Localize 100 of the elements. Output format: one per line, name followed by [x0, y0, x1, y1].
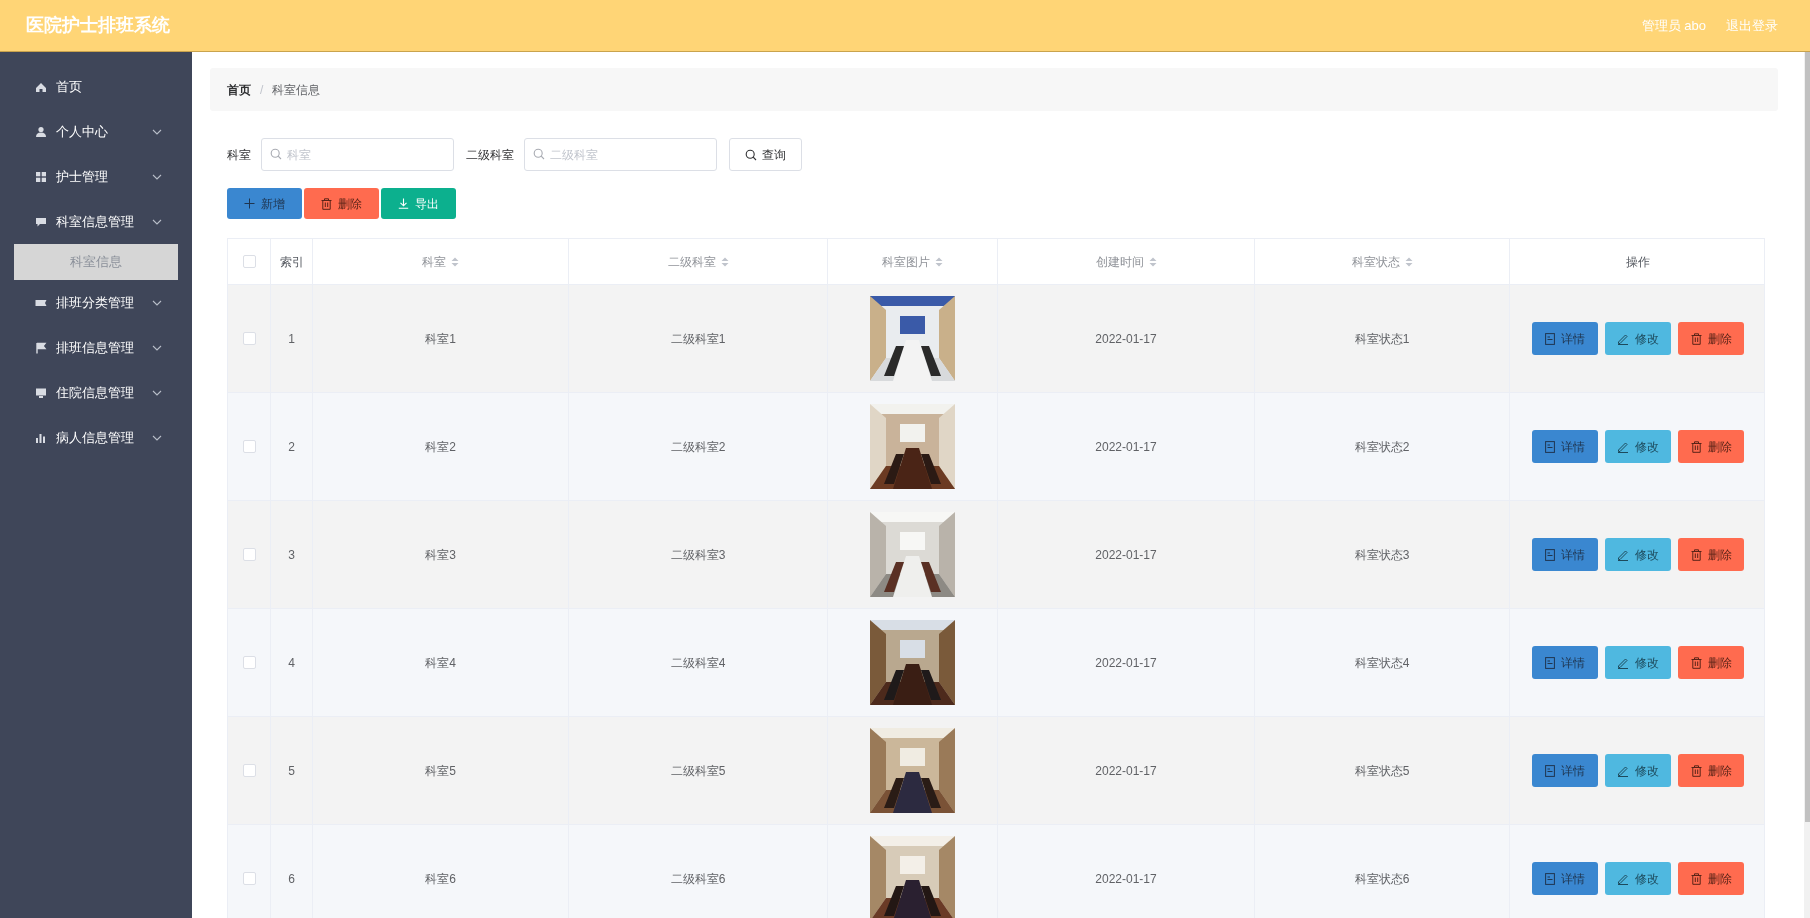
column-header: 索引	[279, 253, 304, 271]
delete-button[interactable]: 删除	[1678, 430, 1744, 463]
details-button[interactable]: 详情	[1532, 754, 1598, 787]
search-button[interactable]: 查询	[729, 138, 802, 171]
table-cell-text: 2022-01-17	[1095, 762, 1157, 780]
checkbox[interactable]	[242, 440, 256, 453]
pencil-icon	[1617, 872, 1629, 885]
breadcrumb-item: 科室信息	[272, 81, 321, 99]
chevron-down-icon	[152, 344, 162, 351]
checkbox[interactable]	[242, 764, 256, 777]
scrollbar-thumb[interactable]	[1805, 52, 1810, 822]
checkbox[interactable]	[242, 872, 256, 885]
edit-button[interactable]: 修改	[1605, 754, 1671, 787]
trash-icon	[1690, 548, 1702, 561]
sidebar-item[interactable]: 病人信息管理	[0, 415, 192, 460]
trash-icon	[1690, 764, 1702, 777]
chevron-down-icon	[152, 299, 162, 306]
person-icon	[35, 125, 47, 138]
details-button[interactable]: 详情	[1532, 862, 1598, 895]
edit-button[interactable]: 修改	[1605, 322, 1671, 355]
delete-button[interactable]: 删除	[1678, 862, 1744, 895]
sidebar-item[interactable]: 住院信息管理	[0, 370, 192, 415]
delete-button[interactable]: 删除	[1678, 322, 1744, 355]
table-cell-text: 科室1	[425, 330, 456, 348]
sidebar-item[interactable]: 个人中心	[0, 109, 192, 154]
table-cell-text: 二级科室1	[670, 330, 726, 348]
sidebar-item[interactable]: 排班信息管理	[0, 325, 192, 370]
edit-button[interactable]: 修改	[1605, 862, 1671, 895]
export-button[interactable]: 导出	[381, 188, 456, 219]
user-label: 管理员 abo	[1641, 16, 1706, 35]
field-label: 科室	[227, 146, 251, 164]
delete-button[interactable]: 删除	[1678, 646, 1744, 679]
edit-button[interactable]: 修改	[1605, 430, 1671, 463]
sort-icon[interactable]	[720, 256, 729, 267]
table-cell-text: 5	[288, 762, 295, 780]
edit-button[interactable]: 修改	[1605, 538, 1671, 571]
sort-icon[interactable]	[935, 256, 943, 267]
details-button[interactable]: 详情	[1532, 322, 1598, 355]
column-header: 操作	[1626, 253, 1650, 271]
column-header[interactable]: 二级科室	[667, 252, 716, 271]
table-cell-text: 2022-01-17	[1095, 330, 1157, 348]
table-cell-text: 2022-01-17	[1095, 870, 1157, 888]
search-field[interactable]: 科室	[261, 138, 454, 171]
sort-icon[interactable]	[1404, 256, 1413, 267]
document-icon	[1545, 332, 1555, 345]
table-cell-text: 二级科室3	[670, 546, 726, 564]
table-cell-text: 科室状态3	[1354, 546, 1410, 564]
trash-icon	[321, 197, 332, 210]
sort-icon[interactable]	[1148, 256, 1157, 267]
table-cell-text: 2022-01-17	[1095, 654, 1157, 672]
table-cell-text: 二级科室5	[670, 762, 726, 780]
table-cell-text: 科室5	[425, 762, 456, 780]
delete-button[interactable]: 删除	[1678, 538, 1744, 571]
checkbox[interactable]	[242, 255, 256, 268]
sidebar-subitem[interactable]: 科室信息	[14, 244, 178, 280]
table-cell-text: 科室3	[425, 546, 456, 564]
checkbox[interactable]	[242, 656, 256, 669]
details-button[interactable]: 详情	[1532, 538, 1598, 571]
document-icon	[1545, 440, 1555, 453]
add-button[interactable]: 新增	[227, 188, 302, 219]
search-icon	[745, 148, 757, 161]
document-icon	[1545, 872, 1555, 885]
chevron-down-icon	[152, 389, 162, 396]
table-cell-text: 2	[288, 438, 295, 456]
pencil-icon	[1617, 332, 1629, 345]
column-header[interactable]: 科室图片	[882, 252, 930, 271]
column-header[interactable]: 科室状态	[1351, 252, 1400, 271]
table-cell-text: 6	[288, 870, 295, 888]
details-button[interactable]: 详情	[1532, 430, 1598, 463]
sidebar-item[interactable]: 护士管理	[0, 154, 192, 199]
chat-bubble-icon	[35, 215, 47, 228]
sort-icon[interactable]	[451, 256, 459, 267]
plus-icon	[244, 198, 255, 209]
column-header[interactable]: 创建时间	[1095, 252, 1144, 271]
chevron-down-icon	[152, 434, 162, 441]
checkbox[interactable]	[242, 548, 256, 561]
edit-button[interactable]: 修改	[1605, 646, 1671, 679]
sidebar-item[interactable]: 排班分类管理	[0, 280, 192, 325]
checkbox[interactable]	[242, 332, 256, 345]
table-cell-text: 3	[288, 546, 295, 564]
column-header[interactable]: 科室	[422, 252, 446, 271]
flag-icon	[35, 341, 47, 354]
trash-icon	[1690, 872, 1702, 885]
table-cell-text: 科室状态1	[1354, 330, 1410, 348]
home-icon	[35, 80, 47, 93]
table-cell-text: 科室状态2	[1354, 438, 1410, 456]
bar-chart-icon	[35, 431, 47, 444]
delete-button[interactable]: 删除	[1678, 754, 1744, 787]
sidebar-item[interactable]: 首页	[0, 64, 192, 109]
table-cell-text: 二级科室4	[670, 654, 726, 672]
pencil-icon	[1617, 764, 1629, 777]
grid-icon	[35, 170, 47, 183]
trash-icon	[1690, 440, 1702, 453]
search-icon	[533, 148, 545, 160]
sidebar-item[interactable]: 科室信息管理	[0, 199, 192, 244]
breadcrumb-item[interactable]: 首页	[227, 80, 251, 99]
details-button[interactable]: 详情	[1532, 646, 1598, 679]
app-title: 医院护士排班系统	[26, 14, 170, 37]
table-cell-text: 科室状态5	[1354, 762, 1410, 780]
delete-button[interactable]: 删除	[304, 188, 379, 219]
